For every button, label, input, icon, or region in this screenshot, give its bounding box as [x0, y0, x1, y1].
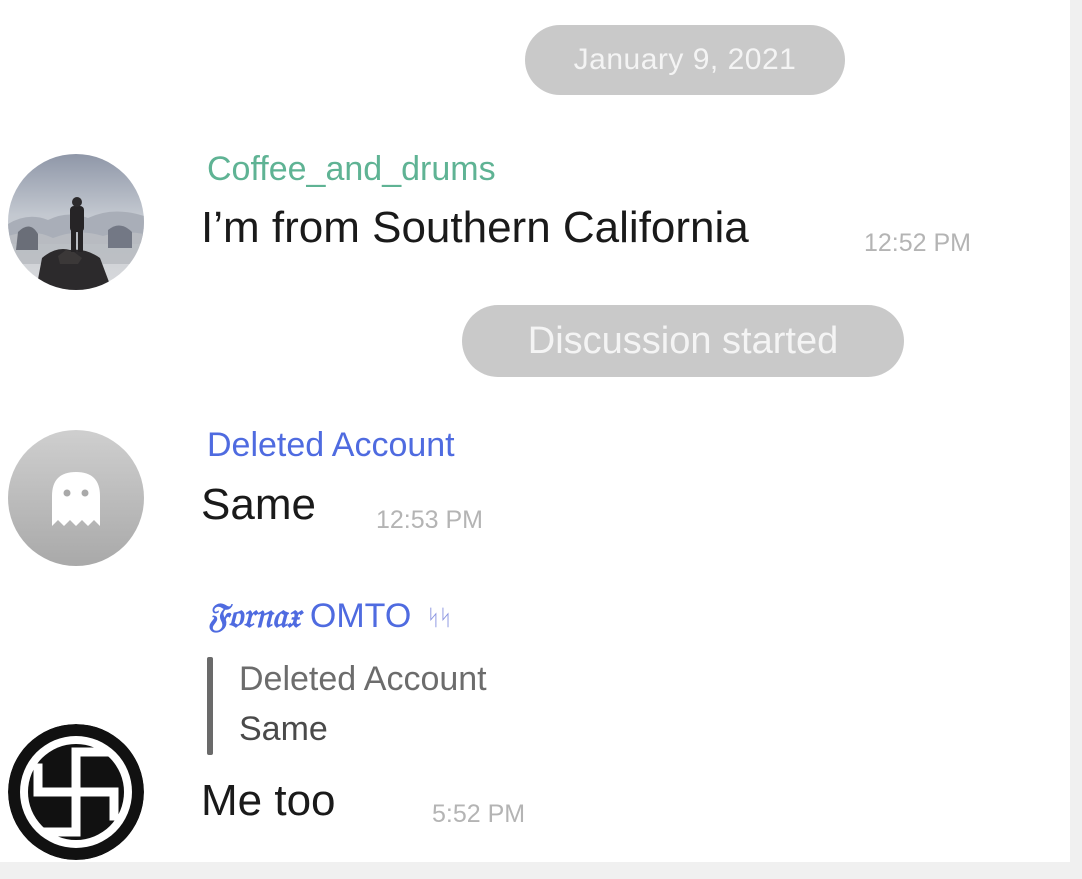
- ghost-icon: [8, 430, 144, 566]
- avatar-coffee-and-drums[interactable]: [8, 154, 144, 290]
- wanderer-painting-avatar: [8, 154, 144, 290]
- message-text: Me too: [201, 776, 336, 825]
- message-text: Same: [201, 480, 316, 529]
- date-separator: January 9, 2021: [525, 25, 845, 95]
- message-text: I’m from Southern California: [201, 203, 749, 252]
- sender-name-prefix: 𝔉𝔬𝔯𝔫𝔞𝔵: [207, 596, 301, 636]
- circular-symbol-avatar: [8, 724, 144, 860]
- reply-text: Same: [239, 710, 328, 748]
- message-time: 5:52 PM: [432, 800, 526, 828]
- sender-name-suffix: ᛋᛋ: [426, 605, 452, 631]
- sender-name-main: OMTO: [309, 597, 412, 635]
- avatar-fornax-omto[interactable]: [8, 724, 144, 860]
- chat-panel: January 9, 2021 Coffee_and_drums I’m fro…: [0, 0, 1070, 862]
- sender-name[interactable]: Deleted Account: [207, 426, 455, 465]
- avatar-deleted-account[interactable]: [8, 430, 144, 566]
- sender-name[interactable]: 𝔉𝔬𝔯𝔫𝔞𝔵 OMTO ᛋᛋ: [207, 596, 452, 636]
- message-time: 12:52 PM: [864, 229, 972, 257]
- sender-name[interactable]: Coffee_and_drums: [207, 150, 496, 189]
- message-time: 12:53 PM: [376, 506, 484, 534]
- reply-bar: [207, 657, 213, 755]
- discussion-started-notice: Discussion started: [462, 305, 904, 377]
- reply-author: Deleted Account: [239, 660, 487, 698]
